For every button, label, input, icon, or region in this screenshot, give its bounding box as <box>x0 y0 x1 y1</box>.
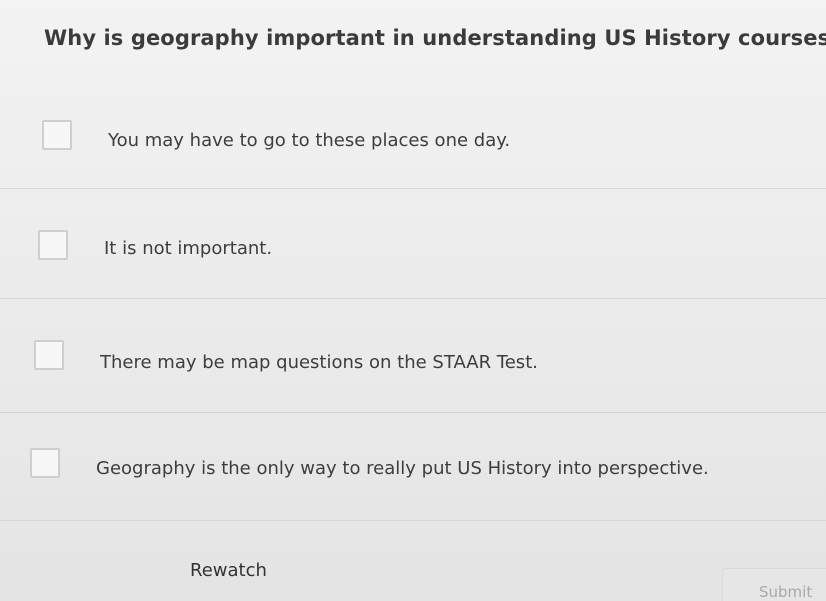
checkbox[interactable] <box>34 340 64 370</box>
checkbox[interactable] <box>42 120 72 150</box>
divider <box>0 520 826 521</box>
option-label: Geography is the only way to really put … <box>96 458 709 479</box>
submit-button[interactable]: Submit <box>722 568 826 601</box>
divider <box>0 412 826 413</box>
checkbox[interactable] <box>38 230 68 260</box>
option-label: It is not important. <box>104 238 273 259</box>
question-text: Why is geography important in understand… <box>44 26 826 50</box>
divider <box>0 298 826 299</box>
divider <box>0 188 826 189</box>
checkbox[interactable] <box>30 448 60 478</box>
rewatch-button[interactable]: Rewatch <box>176 556 281 585</box>
option-label: There may be map questions on the STAAR … <box>100 352 538 373</box>
quiz-panel: Why is geography important in understand… <box>0 0 826 601</box>
option-label: You may have to go to these places one d… <box>108 130 511 151</box>
